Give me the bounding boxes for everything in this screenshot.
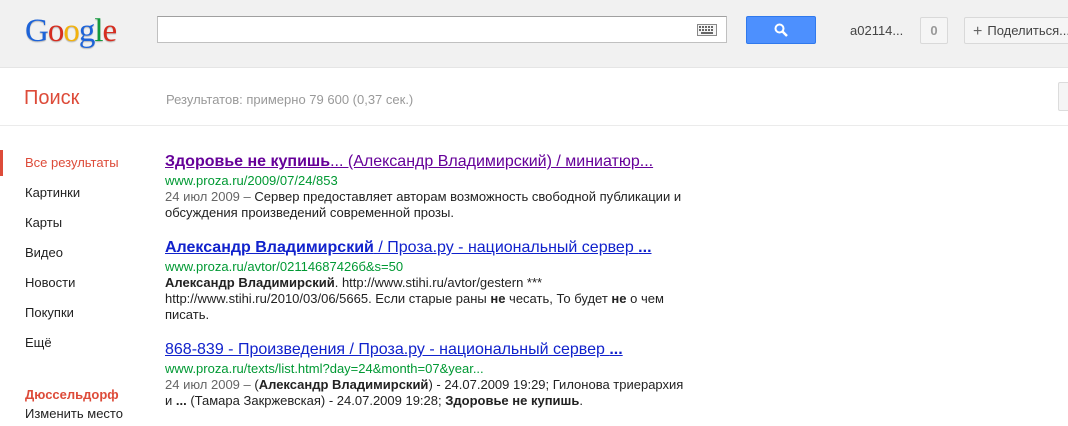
settings-button[interactable]: [1058, 82, 1068, 111]
search-result: Здоровье не купишь... (Александр Владими…: [165, 152, 725, 221]
logo-letter: o: [47, 13, 64, 49]
page-title: Поиск: [24, 87, 80, 109]
result-title-link[interactable]: 868-839 - Произведения / Проза.ру - наци…: [165, 340, 725, 360]
result-snippet-highlight: ...: [175, 393, 187, 408]
logo-letter: g: [78, 13, 95, 49]
logo-letter: e: [102, 13, 118, 49]
location-title: Дюссельдорф: [25, 387, 119, 402]
logo-letter: o: [63, 13, 79, 49]
nav-item[interactable]: Все результаты: [0, 148, 150, 178]
result-snippet-highlight: не: [490, 291, 506, 306]
result-title-bold: Александр Владимирский: [165, 239, 374, 256]
top-bar: Google a02114... 0 + Поделиться...: [0, 0, 1068, 68]
nav-item[interactable]: Видео: [0, 238, 150, 268]
result-snippet: Александр Владимирский. http://www.stihi…: [165, 275, 685, 323]
left-nav: Все результаты Картинки Карты Видео Новости П…: [0, 148, 150, 358]
result-snippet-text: (Тамара Закржевская) - 24.07.2009 19:28;: [186, 393, 446, 408]
results-list: Здоровье не купишь... (Александр Владими…: [165, 152, 725, 426]
share-label: Поделиться...: [987, 23, 1068, 38]
share-button[interactable]: + Поделиться...: [964, 17, 1068, 44]
search-icon: [774, 23, 788, 37]
result-title-bold: Здоровье не купишь: [165, 153, 331, 170]
result-snippet: 24 июл 2009 – Сервер предоставляет автор…: [165, 189, 685, 221]
result-title-ellipsis: ...: [638, 239, 652, 256]
nav-item[interactable]: Ещё: [0, 328, 150, 358]
search-button[interactable]: [746, 16, 816, 44]
result-snippet-highlight: не: [611, 291, 627, 306]
logo-letter: l: [94, 13, 103, 49]
search-input[interactable]: [158, 17, 704, 42]
logo-letter: G: [25, 13, 49, 49]
result-url: www.proza.ru/2009/07/24/853: [165, 173, 338, 188]
sub-header: Поиск Результатов: примерно 79 600 (0,37…: [0, 68, 1068, 126]
result-snippet-text: .: [579, 393, 584, 408]
result-url: www.proza.ru/avtor/02114687426б&s=50: [165, 259, 404, 274]
plus-icon: +: [973, 23, 983, 40]
result-snippet-highlight: Здоровье не купишь: [445, 393, 580, 408]
result-title-link[interactable]: Александр Владимирский / Проза.ру - наци…: [165, 238, 725, 258]
search-result: 868-839 - Произведения / Проза.ру - наци…: [165, 340, 725, 409]
result-title-ellipsis: ...: [609, 341, 623, 358]
nav-item[interactable]: Карты: [0, 208, 150, 238]
nav-item[interactable]: Новости: [0, 268, 150, 298]
result-url: www.proza.ru/texts/list.html?day=24&mont…: [165, 361, 484, 376]
result-snippet-highlight: Александр Владимирский: [258, 377, 429, 392]
nav-item[interactable]: Покупки: [0, 298, 150, 328]
result-title-text: 868-839 - Произведения / Проза.ру - наци…: [165, 341, 610, 358]
user-account-link[interactable]: a02114...: [850, 23, 903, 38]
notifications-button[interactable]: 0: [920, 17, 948, 44]
result-date: 24 июл 2009 –: [165, 377, 255, 392]
keyboard-icon[interactable]: [697, 24, 717, 36]
result-title-text: / Проза.ру - национальный сервер: [373, 239, 639, 256]
result-title-text: ... (Александр Владимирский) / миниатюр.…: [330, 153, 654, 170]
search-box[interactable]: [157, 16, 727, 43]
result-title-link[interactable]: Здоровье не купишь... (Александр Владими…: [165, 152, 725, 172]
change-location-link[interactable]: Изменить место: [25, 406, 123, 421]
result-snippet: 24 июл 2009 – (Александр Владимирский) -…: [165, 377, 685, 409]
result-date: 24 июл 2009 –: [165, 189, 255, 204]
results-stats: Результатов: примерно 79 600 (0,37 сек.): [166, 92, 414, 107]
result-snippet-highlight: Александр Владимирский: [165, 275, 335, 290]
search-result: Александр Владимирский / Проза.ру - наци…: [165, 238, 725, 323]
nav-item[interactable]: Картинки: [0, 178, 150, 208]
google-logo[interactable]: Google: [25, 13, 118, 49]
result-snippet-text: чесать, То будет: [505, 291, 612, 306]
